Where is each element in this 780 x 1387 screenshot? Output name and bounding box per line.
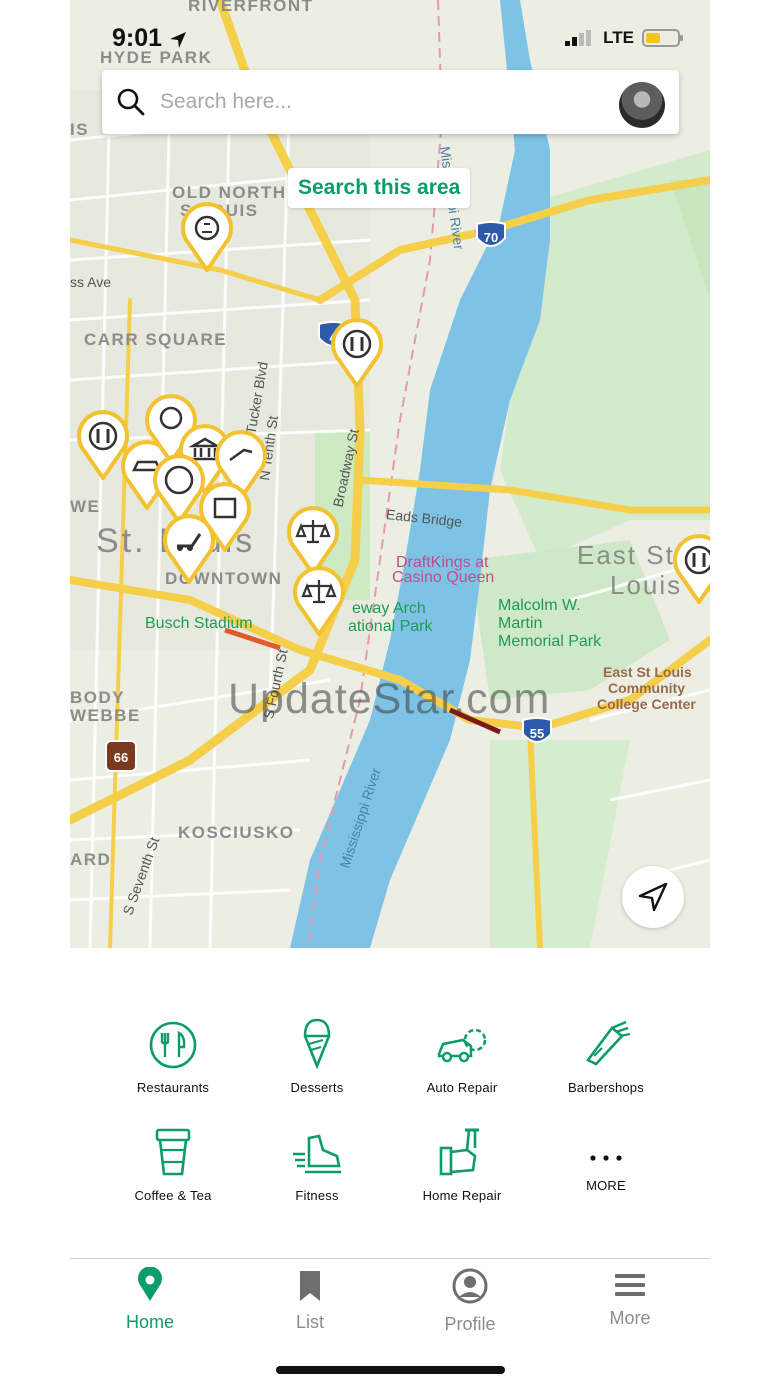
- map-area-label: WEBBE: [70, 706, 141, 725]
- map-area-label: OLD NORTH: [172, 183, 287, 202]
- category-label: Barbershops: [568, 1080, 644, 1095]
- ice-cream-icon: [303, 1018, 331, 1070]
- category-label: MORE: [586, 1178, 626, 1193]
- clipper-icon: [586, 1020, 631, 1066]
- tab-label: Profile: [444, 1314, 496, 1334]
- category-fitness[interactable]: Fitness: [245, 1116, 389, 1203]
- tab-label: More: [609, 1308, 651, 1328]
- map-view[interactable]: RIVERFRONT HYDE PARK OLD NORTH S LOUIS C…: [70, 0, 710, 948]
- poi-busch-stadium[interactable]: Busch Stadium: [145, 615, 253, 633]
- category-barbershops[interactable]: Barbershops: [534, 1008, 678, 1095]
- status-time: 9:01: [112, 24, 163, 52]
- coffee-cup-icon: [155, 1128, 191, 1176]
- tab-profile[interactable]: Profile: [390, 1259, 550, 1335]
- tab-label: Home: [125, 1312, 174, 1332]
- svg-text:66: 66: [114, 750, 128, 765]
- route-66-shield: 66: [105, 740, 137, 772]
- category-label: Restaurants: [136, 1080, 210, 1095]
- category-home-repair[interactable]: Home Repair: [390, 1116, 534, 1203]
- search-icon: [117, 88, 145, 116]
- category-label: Coffee & Tea: [134, 1188, 212, 1203]
- map-pin-lawn[interactable]: [162, 514, 216, 584]
- map-pin-landmark[interactable]: [180, 202, 234, 272]
- recenter-button[interactable]: [622, 866, 684, 928]
- search-input[interactable]: Search here...: [160, 90, 292, 114]
- map-area-label: BODY: [70, 688, 126, 707]
- avatar[interactable]: [619, 82, 665, 128]
- poi-gateway-arch-2: ational Park: [348, 618, 433, 635]
- category-coffee-tea[interactable]: Coffee & Tea: [101, 1116, 245, 1203]
- svg-text:55: 55: [530, 726, 544, 741]
- running-shoe-icon: [293, 1134, 341, 1174]
- map-pin-icon: [138, 1266, 162, 1301]
- search-this-area-button[interactable]: Search this area: [288, 168, 471, 208]
- category-desserts[interactable]: Desserts: [245, 1008, 389, 1095]
- poi-college[interactable]: East St Louis: [603, 664, 692, 680]
- network-type: LTE: [603, 28, 634, 47]
- signal-icon: [565, 30, 592, 46]
- tab-more[interactable]: More: [550, 1259, 710, 1329]
- location-arrow-icon: [170, 32, 186, 48]
- category-restaurants[interactable]: Restaurants: [101, 1008, 245, 1095]
- battery-icon: [642, 29, 683, 47]
- status-bar: 9:01 LTE: [70, 22, 710, 56]
- tab-list[interactable]: List: [230, 1259, 390, 1333]
- hamburger-icon: [615, 1274, 645, 1296]
- category-label: Home Repair: [422, 1188, 502, 1203]
- utensils-icon: [149, 1021, 197, 1069]
- city-label-east-st: East St.: [577, 540, 685, 570]
- map-pin-legal[interactable]: [292, 566, 346, 636]
- map-pin-restaurant[interactable]: [330, 318, 384, 388]
- poi-college-2: Community: [608, 680, 685, 696]
- bookmark-icon: [300, 1271, 320, 1301]
- map-area-label: ARD: [70, 850, 112, 869]
- poi-gateway-arch[interactable]: eway Arch: [352, 600, 426, 618]
- map-area-label: CARR SQUARE: [84, 330, 228, 349]
- category-auto-repair[interactable]: Auto Repair: [390, 1008, 534, 1095]
- watermark: UpdateStar.com: [228, 675, 551, 723]
- map-pin-restaurant[interactable]: [672, 534, 710, 604]
- car-wrench-icon: [437, 1028, 487, 1063]
- app-screen: RIVERFRONT HYDE PARK OLD NORTH S LOUIS C…: [70, 0, 710, 1387]
- poi-malcolm-park-2: Martin: [498, 615, 543, 632]
- category-label: Desserts: [290, 1080, 344, 1095]
- map-area-label: IS: [70, 120, 90, 139]
- tool-icon: [439, 1128, 479, 1176]
- category-more[interactable]: MORE: [534, 1116, 678, 1193]
- more-dots-icon: [590, 1155, 622, 1161]
- svg-text:70: 70: [484, 230, 498, 245]
- poi-casino-queen[interactable]: Casino Queen: [392, 569, 494, 587]
- poi-malcolm-park-3: Memorial Park: [498, 633, 602, 650]
- category-label: Fitness: [295, 1188, 339, 1203]
- poi-malcolm-park[interactable]: Malcolm W.: [498, 597, 581, 615]
- tab-label: List: [295, 1312, 324, 1332]
- navigation-arrow-icon: [638, 882, 668, 912]
- tab-home[interactable]: Home: [70, 1259, 230, 1333]
- home-indicator[interactable]: [276, 1366, 505, 1374]
- map-area-label: RIVERFRONT: [188, 0, 314, 15]
- person-circle-icon: [452, 1268, 488, 1304]
- poi-college-3: College Center: [597, 696, 696, 712]
- map-area-label: KOSCIUSKO: [178, 823, 295, 842]
- street-label: ss Ave: [70, 274, 111, 290]
- search-bar[interactable]: Search here...: [102, 70, 679, 134]
- map-area-label: WE: [70, 497, 101, 516]
- category-label: Auto Repair: [426, 1080, 498, 1095]
- tab-bar: Home List Profile More: [70, 1258, 710, 1349]
- interstate-70-shield: 70: [476, 221, 506, 247]
